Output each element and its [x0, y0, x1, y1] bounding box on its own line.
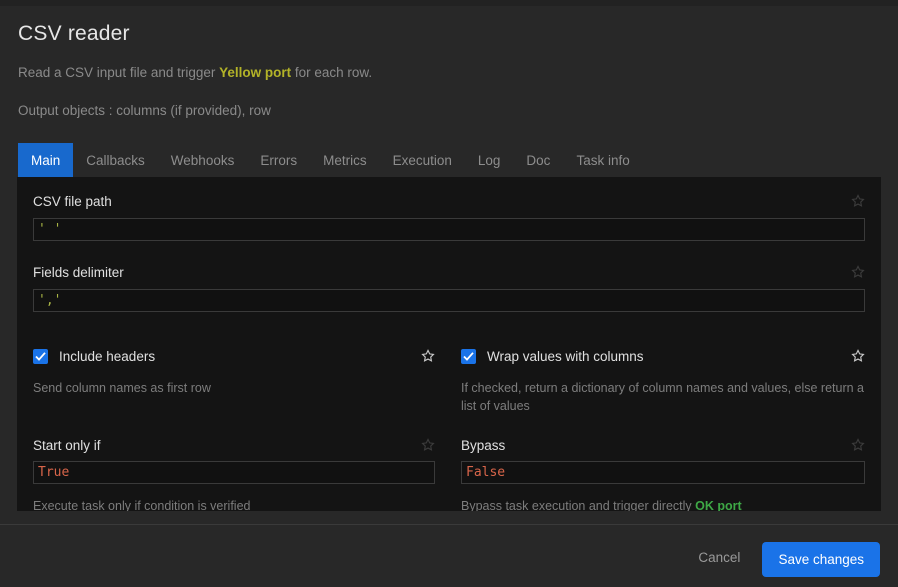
- tab-main[interactable]: Main: [18, 143, 74, 177]
- tab-label: Callbacks: [86, 152, 145, 168]
- bypass-help: Bypass task execution and trigger direct…: [461, 497, 865, 511]
- tab-label: Execution: [392, 152, 452, 168]
- wrap-values-group: Wrap values with columns If checked, ret…: [449, 346, 865, 415]
- checkbox-row: Include headers Send column names as fir…: [27, 346, 871, 415]
- ok-port-link: OK port: [695, 499, 742, 511]
- start-only-if-label: Start only if: [33, 437, 101, 453]
- check-icon: [463, 351, 474, 361]
- tab-label: Doc: [526, 152, 551, 168]
- include-headers-line: Include headers: [33, 346, 435, 366]
- field-header: Bypass: [461, 436, 865, 454]
- field-header: Fields delimiter: [33, 262, 865, 282]
- tab-label: Errors: [260, 152, 298, 168]
- bypass-group: Bypass Bypass task execution and trigger…: [449, 436, 865, 511]
- start-only-if-group: Start only if Execute task only if condi…: [33, 436, 449, 511]
- field-header: Start only if: [33, 436, 435, 454]
- dialog-header: CSV reader Read a CSV input file and tri…: [0, 6, 898, 120]
- bypass-input[interactable]: [461, 461, 865, 484]
- include-headers-label: Include headers: [59, 348, 156, 364]
- start-only-if-help: Execute task only if condition is verifi…: [33, 499, 251, 511]
- check-icon: [35, 351, 46, 361]
- dialog-output-objects: Output objects : columns (if provided), …: [18, 103, 271, 118]
- tab-label: Metrics: [323, 152, 367, 168]
- star-icon[interactable]: [421, 438, 435, 452]
- condition-row: Start only if Execute task only if condi…: [27, 436, 871, 511]
- csv-reader-dialog: CSV reader Read a CSV input file and tri…: [0, 6, 898, 587]
- tab-label: Task info: [576, 152, 630, 168]
- bypass-label: Bypass: [461, 437, 506, 453]
- csv-file-path-label: CSV file path: [33, 193, 112, 209]
- csv-file-path-input[interactable]: [33, 218, 865, 241]
- tab-label: Main: [31, 152, 61, 168]
- tab-label: Webhooks: [170, 152, 235, 168]
- wrap-values-label: Wrap values with columns: [487, 348, 644, 364]
- include-headers-help: Send column names as first row: [33, 381, 211, 395]
- star-icon[interactable]: [421, 349, 435, 363]
- tab-execution[interactable]: Execution: [380, 143, 465, 177]
- star-icon[interactable]: [851, 265, 865, 279]
- include-headers-checkbox[interactable]: [33, 348, 48, 364]
- yellow-port-link: Yellow port: [219, 65, 292, 80]
- fields-delimiter-input[interactable]: [33, 289, 865, 312]
- wrap-values-line: Wrap values with columns: [461, 346, 865, 366]
- fields-delimiter-label: Fields delimiter: [33, 264, 124, 280]
- field-fields-delimiter: Fields delimiter: [27, 262, 871, 312]
- tab-errors[interactable]: Errors: [247, 143, 310, 177]
- description-prefix: Read a CSV input file and trigger: [18, 65, 220, 80]
- cancel-button[interactable]: Cancel: [684, 542, 754, 573]
- tab-metrics[interactable]: Metrics: [310, 143, 380, 177]
- tab-log[interactable]: Log: [465, 143, 514, 177]
- tab-bar: Main Callbacks Webhooks Errors Metrics E…: [0, 143, 898, 177]
- start-only-if-input[interactable]: [33, 461, 435, 484]
- wrap-values-help: If checked, return a dictionary of colum…: [461, 381, 864, 413]
- field-header: CSV file path: [33, 191, 865, 211]
- field-csv-file-path: CSV file path: [27, 191, 871, 241]
- tab-label: Log: [477, 152, 501, 168]
- star-icon[interactable]: [851, 194, 865, 208]
- star-icon[interactable]: [851, 349, 865, 363]
- dialog-description: Read a CSV input file and trigger Yellow…: [18, 64, 880, 82]
- dialog-footer: Cancel Save changes: [0, 524, 898, 587]
- tab-callbacks[interactable]: Callbacks: [73, 143, 158, 177]
- save-changes-button[interactable]: Save changes: [762, 542, 880, 577]
- main-tab-panel: CSV file path Fields delimiter: [17, 177, 881, 511]
- description-suffix: for each row.: [291, 65, 373, 80]
- star-icon[interactable]: [851, 438, 865, 452]
- tab-task-info[interactable]: Task info: [563, 143, 642, 177]
- wrap-values-checkbox[interactable]: [461, 348, 476, 364]
- tab-doc[interactable]: Doc: [513, 143, 563, 177]
- page-title: CSV reader: [18, 22, 130, 45]
- bypass-help-prefix: Bypass task execution and trigger direct…: [461, 499, 696, 511]
- include-headers-group: Include headers Send column names as fir…: [33, 346, 449, 415]
- tab-webhooks[interactable]: Webhooks: [158, 143, 248, 177]
